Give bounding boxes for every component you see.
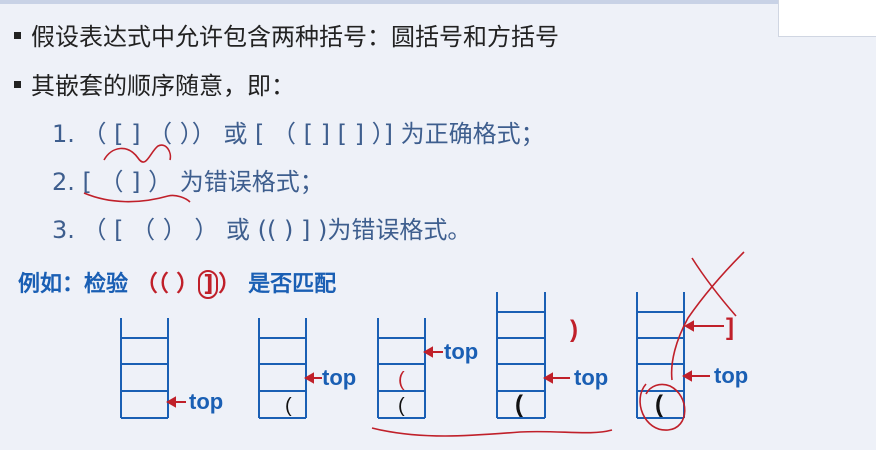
top-label-1: top (189, 389, 224, 414)
hand-annotations (83, 144, 745, 437)
top-label-3: top (444, 339, 479, 364)
top-label-2: top (322, 365, 357, 390)
stack4-paren: ( (515, 391, 523, 418)
stack3-paren-top: ( (398, 369, 405, 391)
stack-2 (258, 318, 307, 419)
stack2-paren: ( (285, 395, 292, 417)
incoming-close-bracket: ] (726, 314, 734, 341)
incoming-close-paren: ) (570, 316, 578, 343)
stack5-paren: ( (655, 391, 663, 418)
top-label-5: top (714, 363, 749, 388)
top-label-4: top (574, 365, 609, 390)
stack-1 (120, 318, 169, 419)
stack3-paren-bottom: ( (398, 395, 405, 417)
